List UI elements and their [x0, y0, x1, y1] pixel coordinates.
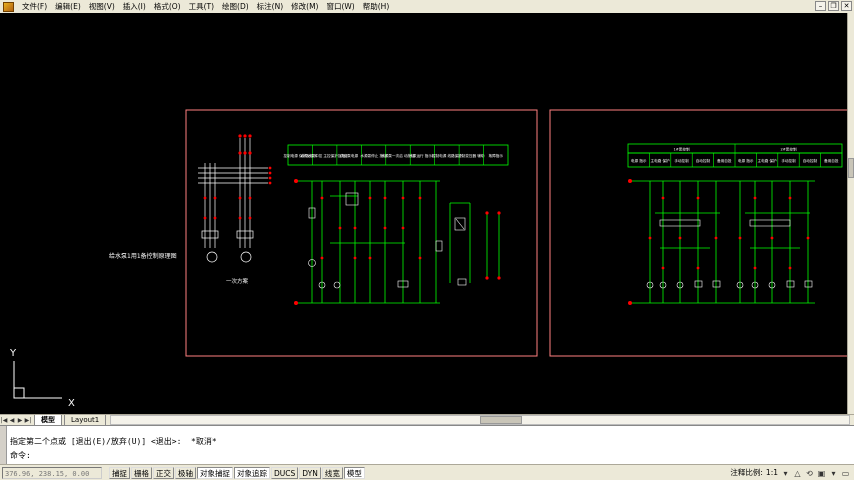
menu-dimension[interactable]: 标注(N) [253, 0, 287, 13]
close-icon[interactable]: ✕ [841, 1, 852, 11]
menu-tools[interactable]: 工具(T) [185, 0, 218, 13]
primary-terminals [203, 134, 272, 220]
autocad-app-icon[interactable] [3, 1, 14, 12]
clean-screen-icon[interactable]: ▭ [841, 469, 850, 478]
command-history-line: 指定第二个点或 [退出(E)/放弃(U)] <退出>: *取消* [10, 437, 217, 446]
status-toggle[interactable]: 捕捉 [109, 466, 130, 479]
right-control-symbols [646, 219, 813, 289]
drawing-canvas[interactable]: 给水泵1用1备控制原理图 一次方案 控制电源 保护及指示 水源水泵中控 主控保护及… [0, 13, 847, 414]
header-cell-text: 控制变压器 辅助 [458, 153, 485, 158]
layout-tab-bar: |◀ ◀ ▶ ▶| 模型 Layout1 [0, 414, 854, 426]
right-control-terminals [628, 179, 810, 305]
menu-edit[interactable]: 编辑(E) [51, 0, 85, 13]
status-toggle[interactable]: 极轴 [175, 466, 196, 479]
document-window-controls: – ❐ ✕ [815, 1, 852, 11]
status-toggle[interactable]: 模型 [343, 466, 365, 479]
status-toggle[interactable]: 线宽 [321, 466, 343, 479]
status-toggle[interactable]: DUCS [271, 466, 299, 479]
annotation-visibility-icon[interactable]: △ [793, 469, 802, 478]
ucs-y-label: Y [9, 348, 17, 359]
menu-format[interactable]: 格式(O) [150, 0, 185, 13]
primary-circuit [198, 138, 268, 263]
header-cell-text: 电源 指示 [738, 158, 754, 163]
status-bar: 376.96, 238.15, 0.00 捕捉 栅格 正交 极轴 对象捕捉 对象追踪 DUC… [0, 464, 854, 480]
tab-first-icon[interactable]: |◀ [0, 416, 8, 425]
header-cell-text: 2#泵控制 [780, 147, 796, 152]
annotation-scale-select[interactable]: 1:1 [766, 467, 778, 479]
status-toggle[interactable]: 栅格 [131, 466, 152, 479]
tab-layout1[interactable]: Layout1 [64, 414, 107, 426]
menu-window[interactable]: 窗口(W) [322, 0, 358, 13]
header-cell-text: 电源 指示 [631, 158, 647, 163]
status-toggle[interactable]: DYN [299, 466, 321, 479]
command-window-grip[interactable] [0, 426, 7, 464]
coordinate-readout[interactable]: 376.96, 238.15, 0.00 [2, 466, 102, 479]
header-cell-text: 备用自投 [824, 158, 839, 163]
header-cell-text: 自动控制 [696, 158, 711, 163]
ucs-x-label: X [68, 398, 75, 409]
right-header-table: 1#泵控制 2#泵控制电源 指示 主电路 保护 手动控制 自动控制 备用自投 电源 指示 主电… [627, 143, 843, 168]
tab-model[interactable]: 模型 [34, 414, 62, 426]
menu-help[interactable]: 帮助(H) [359, 0, 394, 13]
minimize-icon[interactable]: – [815, 1, 826, 11]
auto-scale-icon[interactable]: ⟲ [805, 469, 814, 478]
annotation-scale-label: 注释比例: [730, 468, 763, 477]
status-toggle[interactable]: 对象追踪 [234, 466, 270, 479]
status-tray: 注释比例: 1:1 ▾ △ ⟲ ▣ ▾ ▭ [730, 467, 850, 479]
header-cell-text: 主电路 保护 [651, 158, 671, 163]
left-control-wiring [296, 180, 500, 304]
ucs-icon [13, 361, 62, 399]
primary-label-text: 一次方案 [226, 277, 249, 285]
command-prompt[interactable]: 命令: [10, 450, 31, 461]
header-cell-text: 供应泵电源 [340, 153, 358, 158]
restore-icon[interactable]: ❐ [828, 1, 839, 11]
horizontal-scroll-thumb[interactable] [480, 416, 523, 424]
status-toggle[interactable]: 正交 [153, 466, 174, 479]
horizontal-scrollbar[interactable] [110, 415, 850, 425]
right-sheet-frame [549, 109, 847, 357]
header-cell-text: 自动控制 [803, 158, 818, 163]
chevron-down-icon[interactable]: ▾ [781, 469, 790, 478]
tab-prev-icon[interactable]: ◀ [8, 416, 16, 425]
menu-insert[interactable]: 插入(I) [119, 0, 150, 13]
lock-icon[interactable]: ▣ [817, 469, 826, 478]
menu-draw[interactable]: 绘图(D) [218, 0, 253, 13]
menu-view[interactable]: 视图(V) [85, 0, 119, 13]
drafting-toggles: 捕捉 栅格 正交 极轴 对象捕捉 对象追踪 DUCS DYN 线宽 模型 [108, 466, 365, 479]
menu-modify[interactable]: 修改(M) [287, 0, 322, 13]
side-title-text: 给水泵1用1备控制原理图 [109, 252, 177, 260]
vertical-scrollbar[interactable] [847, 13, 854, 414]
header-cell-text: 手动控制 [674, 158, 689, 163]
header-cell-text: 手动控制 [781, 158, 796, 163]
left-header-table: 控制电源 保护及指示水源水泵中控 主控保护及指示供应泵电源 水源泵停止 按钮水源泵… [283, 144, 509, 166]
left-control-symbols [308, 192, 467, 289]
status-toggle[interactable]: 对象捕捉 [197, 466, 233, 479]
vertical-scroll-thumb[interactable] [848, 158, 854, 178]
tab-last-icon[interactable]: ▶| [24, 416, 32, 425]
header-cell-text: 备用自投 [717, 158, 732, 163]
header-cell-text: 主电路 保护 [758, 158, 778, 163]
drawing-svg: 给水泵1用1备控制原理图 一次方案 控制电源 保护及指示水源水泵中控 主控保护及… [9, 109, 847, 409]
header-cell-text: 1#泵控制 [673, 147, 689, 152]
tab-next-icon[interactable]: ▶ [16, 416, 24, 425]
tray-settings-icon[interactable]: ▾ [829, 469, 838, 478]
command-window[interactable]: 指定第二个点或 [退出(E)/放弃(U)] <退出>: *取消* 命令: [0, 425, 854, 464]
header-cell-text: 故障指示 [489, 153, 504, 158]
menu-bar: 文件(F) 编辑(E) 视图(V) 插入(I) 格式(O) 工具(T) 绘图(D… [0, 0, 854, 14]
menu-file[interactable]: 文件(F) [18, 0, 51, 13]
